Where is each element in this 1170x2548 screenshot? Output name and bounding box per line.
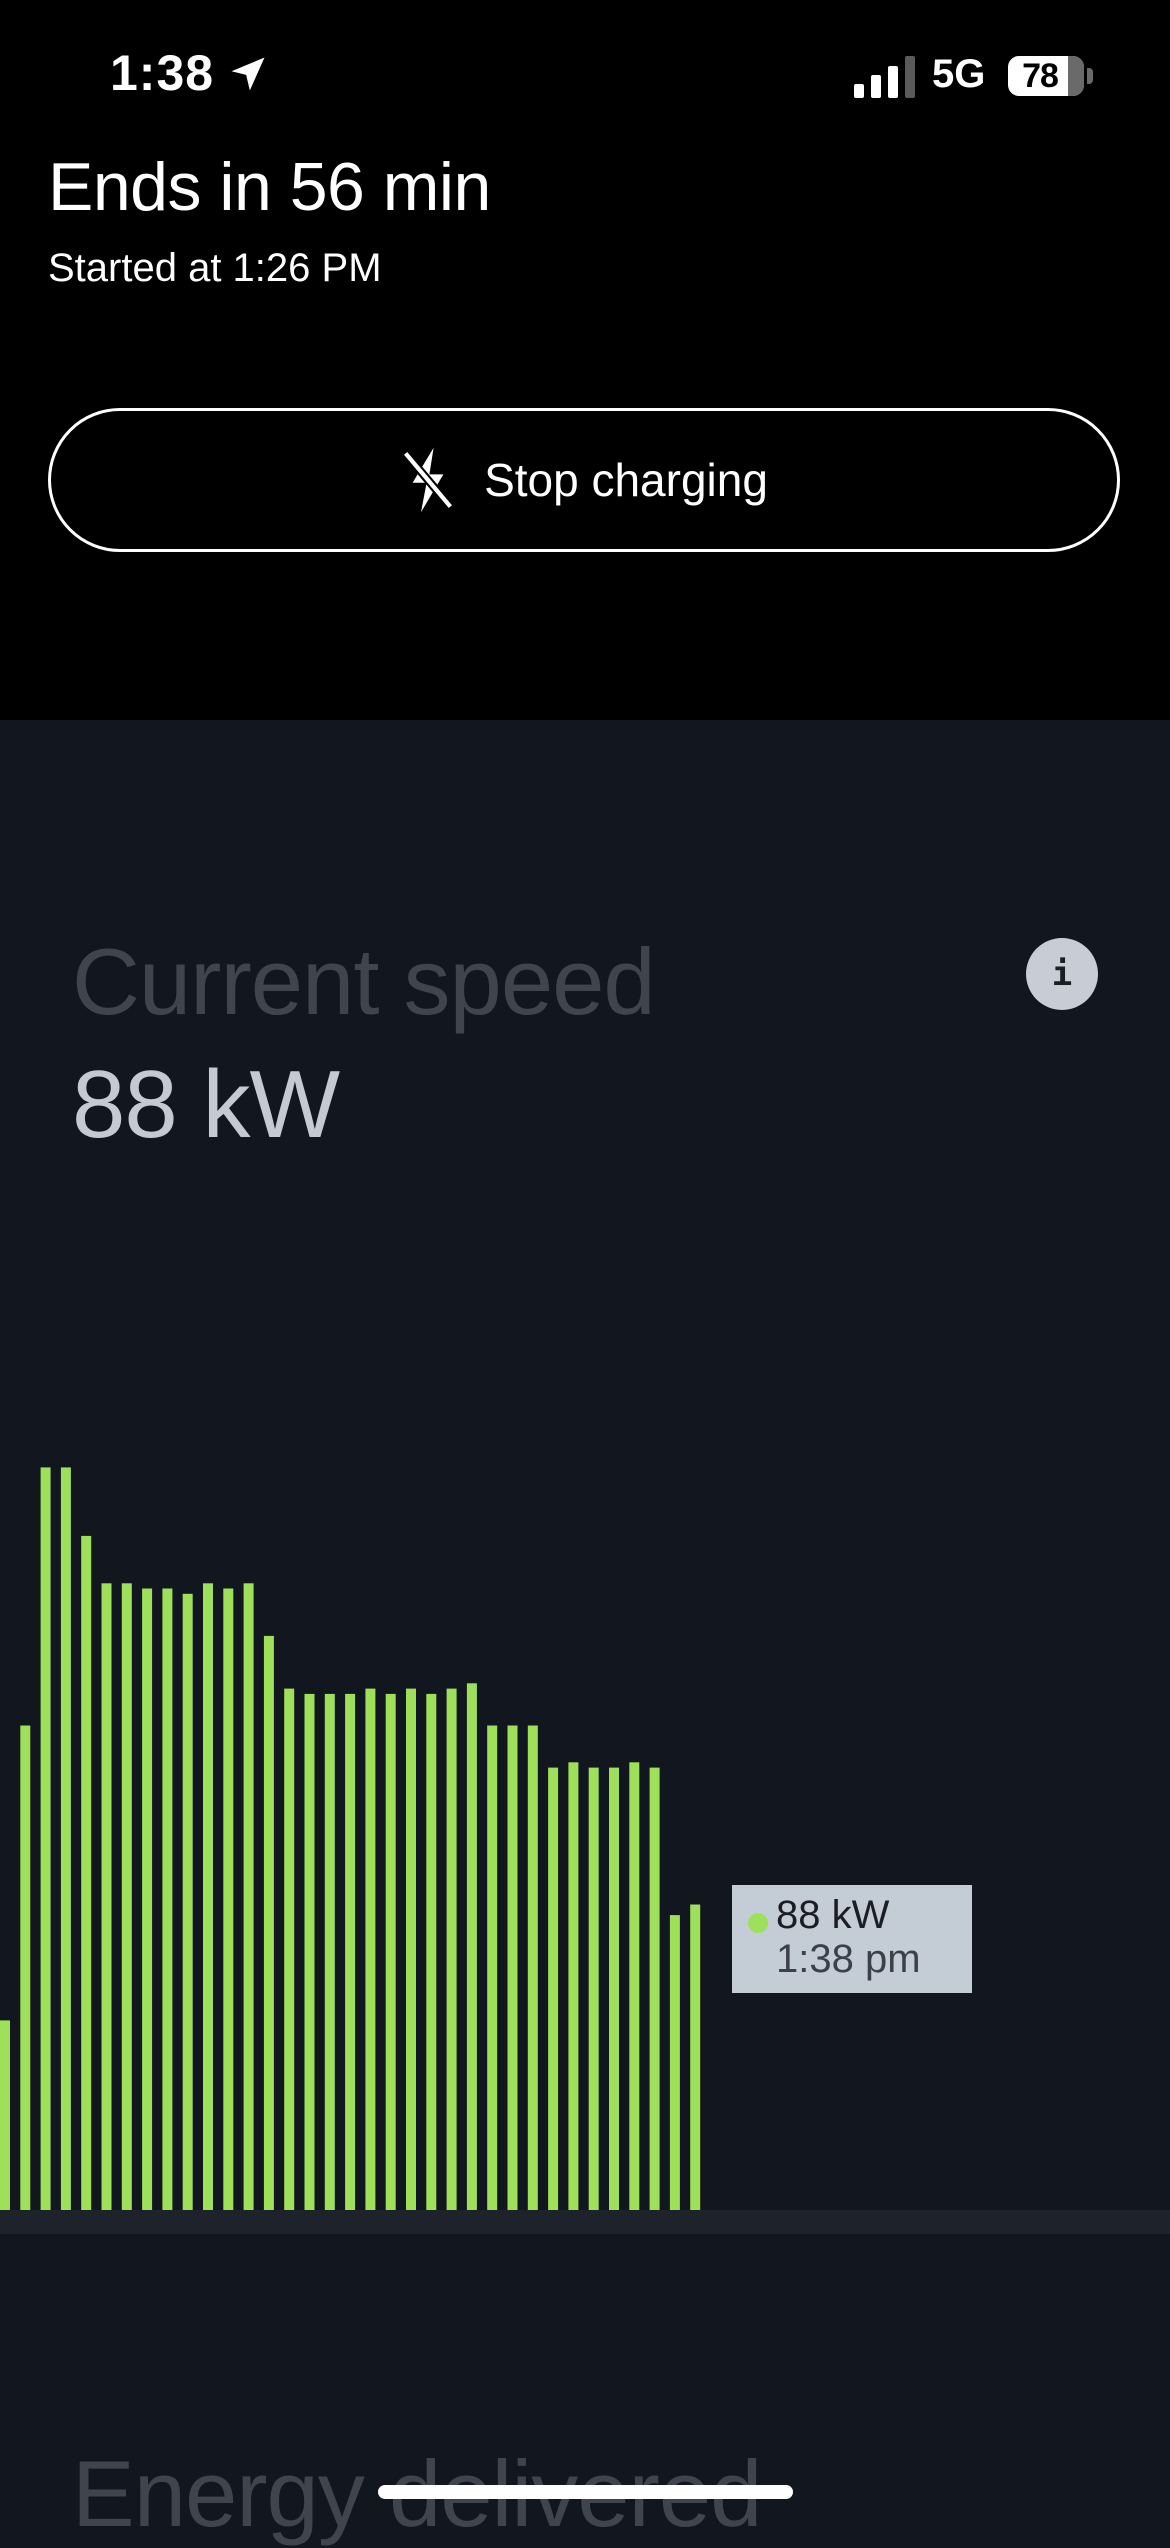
location-arrow-icon bbox=[231, 57, 265, 91]
speed-bar bbox=[243, 1583, 254, 2210]
speed-bar bbox=[669, 1915, 680, 2210]
speed-bar bbox=[609, 1767, 619, 2210]
speed-bar bbox=[345, 1693, 356, 2210]
speed-bar bbox=[385, 1693, 396, 2210]
speed-bar bbox=[0, 2020, 10, 2210]
speed-bar bbox=[101, 1583, 112, 2210]
speed-bar bbox=[182, 1593, 193, 2210]
battery-level: 78 bbox=[1022, 57, 1059, 95]
battery-tip bbox=[1087, 68, 1093, 84]
current-speed-value: 88 kW bbox=[72, 1051, 340, 1158]
session-ends-text: Ends in 56 min bbox=[48, 149, 491, 225]
speed-bar bbox=[142, 1588, 153, 2210]
charging-header: 1:38 5G 78 Ends in 56 min Started at 1:2… bbox=[0, 0, 1170, 720]
speed-bar bbox=[426, 1693, 437, 2210]
speed-bar bbox=[466, 1683, 477, 2210]
network-type: 5G bbox=[932, 52, 986, 96]
battery-icon: 78 bbox=[1008, 56, 1084, 96]
chart-tooltip: 88 kW 1:38 pm bbox=[732, 1885, 972, 1993]
chart-baseline bbox=[0, 2210, 1170, 2234]
status-bar: 1:38 5G 78 bbox=[0, 0, 1170, 150]
speed-bar bbox=[548, 1767, 559, 2210]
speed-bar bbox=[203, 1583, 213, 2210]
speed-bar bbox=[629, 1762, 640, 2210]
speed-bar bbox=[20, 1725, 31, 2210]
speed-bar bbox=[81, 1535, 92, 2210]
speed-bar bbox=[588, 1767, 599, 2210]
tooltip-time: 1:38 pm bbox=[776, 1937, 921, 1981]
speed-bar bbox=[365, 1688, 376, 2210]
speed-bar bbox=[263, 1635, 274, 2210]
session-started-text: Started at 1:26 PM bbox=[48, 246, 382, 290]
speed-bar bbox=[446, 1688, 457, 2210]
speed-bar bbox=[60, 1467, 71, 2210]
speed-bar bbox=[304, 1693, 315, 2210]
speed-bar bbox=[507, 1725, 518, 2210]
speed-bar bbox=[690, 1904, 701, 2210]
info-icon[interactable]: i bbox=[1026, 938, 1098, 1010]
speed-bar bbox=[406, 1688, 416, 2210]
speed-bar bbox=[568, 1762, 579, 2210]
speed-bar bbox=[121, 1583, 132, 2210]
legend-dot-icon bbox=[748, 1913, 768, 1933]
speed-bar bbox=[527, 1725, 538, 2210]
speed-bar bbox=[40, 1467, 51, 2210]
home-indicator[interactable] bbox=[378, 2485, 793, 2499]
speed-bar bbox=[284, 1688, 295, 2210]
current-speed-title: Current speed bbox=[72, 929, 656, 1034]
speed-bar bbox=[324, 1693, 335, 2210]
status-time: 1:38 bbox=[110, 45, 215, 101]
speed-bar bbox=[162, 1588, 173, 2210]
speed-bar bbox=[223, 1588, 234, 2210]
tooltip-value: 88 kW bbox=[776, 1893, 890, 1937]
speed-bar bbox=[487, 1725, 498, 2210]
charging-speed-chart bbox=[0, 1467, 701, 2210]
no-charge-bolt-icon bbox=[402, 447, 454, 513]
stop-charging-label: Stop charging bbox=[484, 454, 768, 506]
cellular-signal-icon bbox=[854, 56, 915, 98]
speed-bar bbox=[649, 1767, 660, 2210]
stop-charging-button[interactable]: Stop charging bbox=[48, 408, 1120, 552]
